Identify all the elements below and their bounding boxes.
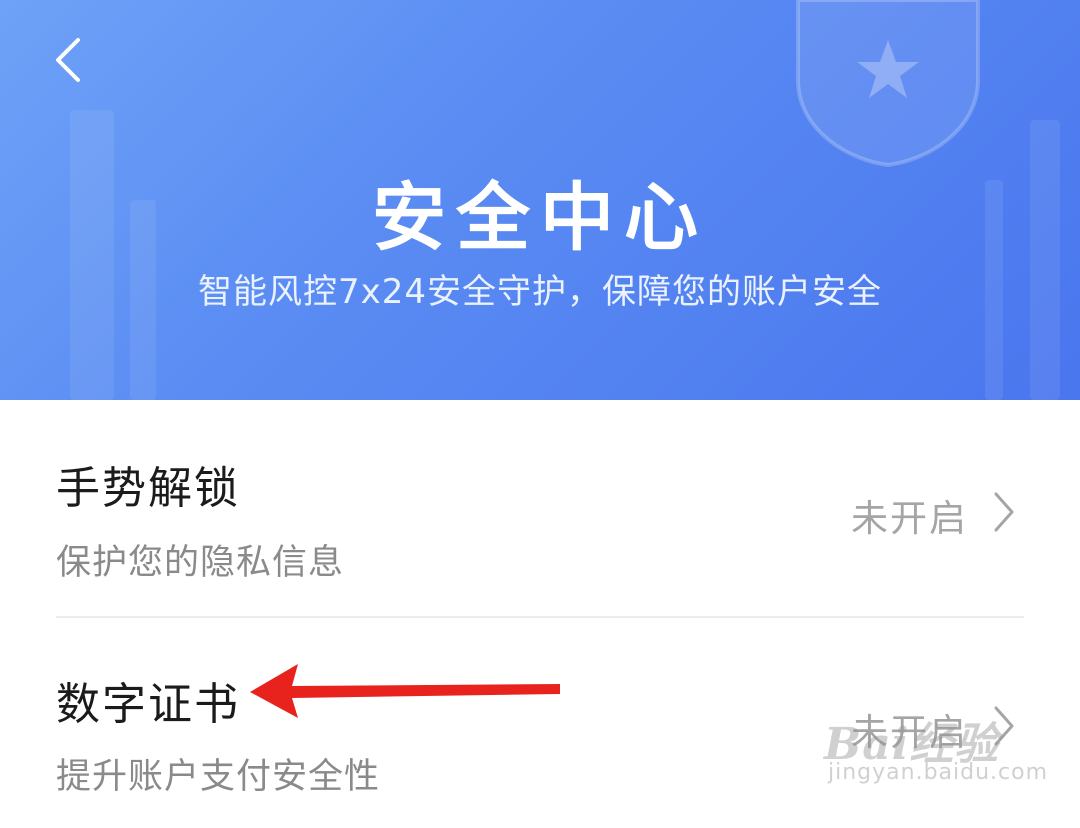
watermark-logo: Bai经验 jingyan.baidu.com <box>824 708 1054 798</box>
setting-title: 手势解锁 <box>56 463 240 514</box>
chevron-left-icon <box>56 38 80 82</box>
setting-description: 保护您的隐私信息 <box>56 543 345 583</box>
page-title: 安全中心 <box>372 175 708 261</box>
setting-description: 提升账户支付安全性 <box>56 757 381 797</box>
security-header-banner: 安全中心 智能风控7x24安全守护，保障您的账户安全 <box>0 0 1080 400</box>
red-arrow-icon <box>250 664 560 718</box>
chevron-right-icon <box>994 492 1014 532</box>
back-button[interactable] <box>48 34 92 86</box>
page-subtitle: 智能风控7x24安全守护，保障您的账户安全 <box>197 272 882 312</box>
setting-status: 未开启 <box>851 497 968 540</box>
setting-row-gesture-unlock[interactable]: 手势解锁 保护您的隐私信息 未开启 <box>0 400 1080 610</box>
watermark-url: jingyan.baidu.com <box>828 760 1049 785</box>
shield-star-icon <box>796 0 980 168</box>
setting-title: 数字证书 <box>56 679 240 730</box>
